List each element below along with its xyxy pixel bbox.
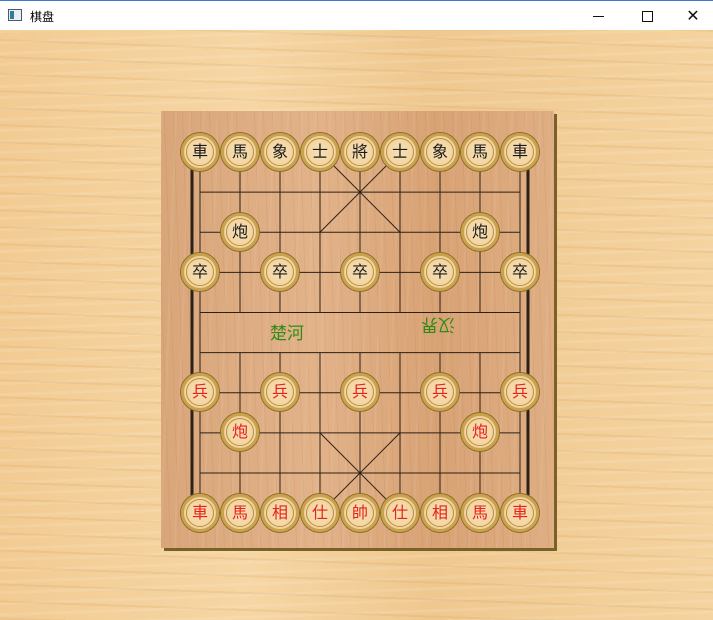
piece-label: 將 bbox=[346, 138, 374, 166]
piece-red-horse-left[interactable]: 馬 bbox=[221, 494, 259, 532]
piece-red-cannon-left[interactable]: 炮 bbox=[221, 413, 259, 451]
piece-black-horse-right[interactable]: 馬 bbox=[461, 133, 499, 171]
piece-label: 相 bbox=[266, 499, 294, 527]
piece-label: 卒 bbox=[186, 258, 214, 286]
piece-label: 兵 bbox=[346, 378, 374, 406]
piece-black-cannon-right[interactable]: 炮 bbox=[461, 213, 499, 251]
piece-black-elephant-left[interactable]: 象 bbox=[261, 133, 299, 171]
piece-red-soldier-4[interactable]: 兵 bbox=[421, 373, 459, 411]
piece-black-soldier-1[interactable]: 卒 bbox=[181, 253, 219, 291]
piece-label: 馬 bbox=[226, 499, 254, 527]
piece-red-advisor-left[interactable]: 仕 bbox=[301, 494, 339, 532]
board-frame: 楚河 汉界 車 馬 象 士 將 士 象 馬 車 炮 炮 卒 卒 卒 卒 卒 兵 … bbox=[161, 111, 557, 551]
piece-label: 炮 bbox=[466, 218, 494, 246]
piece-red-soldier-2[interactable]: 兵 bbox=[261, 373, 299, 411]
river-label-right: 汉界 bbox=[421, 314, 455, 334]
piece-red-elephant-right[interactable]: 相 bbox=[421, 494, 459, 532]
piece-black-general[interactable]: 將 bbox=[341, 133, 379, 171]
piece-label: 炮 bbox=[466, 418, 494, 446]
river-label-left: 楚河 bbox=[270, 324, 304, 344]
piece-label: 卒 bbox=[426, 258, 454, 286]
piece-label: 卒 bbox=[346, 258, 374, 286]
piece-black-rook-left[interactable]: 車 bbox=[181, 133, 219, 171]
piece-label: 仕 bbox=[386, 499, 414, 527]
minimize-icon bbox=[592, 15, 604, 17]
piece-label: 帥 bbox=[346, 499, 374, 527]
piece-label: 象 bbox=[266, 138, 294, 166]
piece-black-soldier-3[interactable]: 卒 bbox=[341, 253, 379, 291]
close-button[interactable]: ✕ bbox=[670, 1, 713, 31]
piece-black-soldier-2[interactable]: 卒 bbox=[261, 253, 299, 291]
piece-label: 相 bbox=[426, 499, 454, 527]
board-grid bbox=[190, 151, 530, 514]
piece-label: 士 bbox=[306, 138, 334, 166]
piece-label: 車 bbox=[186, 138, 214, 166]
piece-black-cannon-left[interactable]: 炮 bbox=[221, 213, 259, 251]
maximize-icon bbox=[641, 10, 653, 22]
piece-black-rook-right[interactable]: 車 bbox=[501, 133, 539, 171]
piece-label: 車 bbox=[506, 499, 534, 527]
piece-label: 卒 bbox=[506, 258, 534, 286]
piece-red-general[interactable]: 帥 bbox=[341, 494, 379, 532]
app-icon bbox=[8, 9, 22, 21]
piece-label: 士 bbox=[386, 138, 414, 166]
piece-label: 車 bbox=[506, 138, 534, 166]
xiangqi-board[interactable]: 楚河 汉界 車 馬 象 士 將 士 象 馬 車 炮 炮 卒 卒 卒 卒 卒 兵 … bbox=[161, 111, 554, 548]
window-title: 棋盘 bbox=[30, 10, 55, 24]
piece-red-rook-left[interactable]: 車 bbox=[181, 494, 219, 532]
piece-red-cannon-right[interactable]: 炮 bbox=[461, 413, 499, 451]
piece-red-soldier-3[interactable]: 兵 bbox=[341, 373, 379, 411]
title-bar: 棋盘 ✕ bbox=[0, 0, 713, 30]
piece-black-elephant-right[interactable]: 象 bbox=[421, 133, 459, 171]
piece-red-horse-right[interactable]: 馬 bbox=[461, 494, 499, 532]
piece-label: 象 bbox=[426, 138, 454, 166]
piece-label: 炮 bbox=[226, 418, 254, 446]
piece-label: 兵 bbox=[186, 378, 214, 406]
piece-red-soldier-5[interactable]: 兵 bbox=[501, 373, 539, 411]
piece-black-advisor-right[interactable]: 士 bbox=[381, 133, 419, 171]
piece-label: 馬 bbox=[466, 499, 494, 527]
piece-label: 馬 bbox=[466, 138, 494, 166]
minimize-button[interactable] bbox=[575, 1, 621, 31]
piece-red-elephant-left[interactable]: 相 bbox=[261, 494, 299, 532]
piece-label: 車 bbox=[186, 499, 214, 527]
piece-black-horse-left[interactable]: 馬 bbox=[221, 133, 259, 171]
close-icon: ✕ bbox=[686, 6, 700, 25]
piece-red-rook-right[interactable]: 車 bbox=[501, 494, 539, 532]
piece-red-soldier-1[interactable]: 兵 bbox=[181, 373, 219, 411]
piece-label: 仕 bbox=[306, 499, 334, 527]
piece-red-advisor-right[interactable]: 仕 bbox=[381, 494, 419, 532]
client-area: 楚河 汉界 車 馬 象 士 將 士 象 馬 車 炮 炮 卒 卒 卒 卒 卒 兵 … bbox=[0, 30, 713, 620]
piece-label: 馬 bbox=[226, 138, 254, 166]
piece-black-advisor-left[interactable]: 士 bbox=[301, 133, 339, 171]
piece-label: 兵 bbox=[506, 378, 534, 406]
piece-black-soldier-4[interactable]: 卒 bbox=[421, 253, 459, 291]
piece-label: 炮 bbox=[226, 218, 254, 246]
maximize-button[interactable] bbox=[624, 1, 670, 31]
piece-label: 兵 bbox=[266, 378, 294, 406]
piece-black-soldier-5[interactable]: 卒 bbox=[501, 253, 539, 291]
piece-label: 卒 bbox=[266, 258, 294, 286]
piece-label: 兵 bbox=[426, 378, 454, 406]
